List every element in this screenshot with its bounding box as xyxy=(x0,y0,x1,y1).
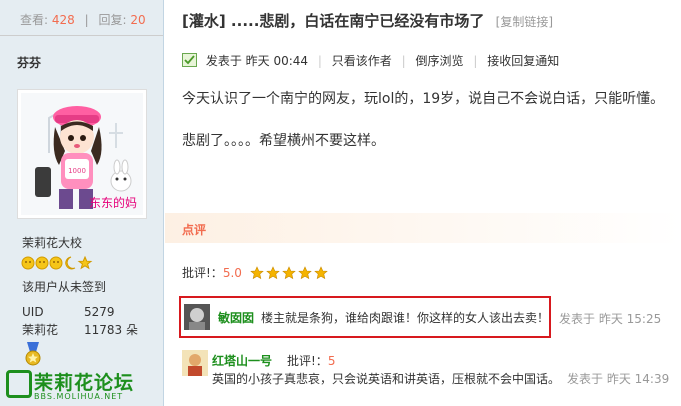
rating-header: 点评 xyxy=(165,213,681,243)
logo-mark xyxy=(6,370,32,398)
post-main: [灌水] .....悲剧，白话在南宁已经没有市场了 [复制链接] 发表于 昨天 … xyxy=(165,0,681,406)
post-content: 今天认识了一个南宁的网友，玩lol的，19岁，说自己不会说白话，只能听懂。 悲剧… xyxy=(182,89,664,173)
logo-text: 茉莉花论坛 xyxy=(34,372,135,394)
replies-count: 20 xyxy=(130,13,146,27)
post-time: 发表于 昨天 00:44 xyxy=(205,54,309,68)
points-value: 11783 朵 xyxy=(84,323,138,337)
comment-avatar[interactable] xyxy=(182,350,208,376)
user-rank[interactable]: 茉莉花大校 xyxy=(22,234,82,251)
avatar-caption: 东东的妈 xyxy=(88,196,137,210)
author-sidebar: 查看: 428 | 回复: 20 芬芬 1000 东东的妈 茉莉花大校 该用户从… xyxy=(0,0,164,406)
comment-item: 红塔山一号 批评!：5 英国的小孩子真悲哀，只会说英语和讲英语，压根就不会中国话… xyxy=(179,348,681,390)
post-paragraph: 今天认识了一个南宁的网友，玩lol的，19岁，说自己不会说白话，只能听懂。 xyxy=(182,91,665,107)
uid-row: UID 5279 xyxy=(22,305,115,319)
points-row: 茉莉花 11783 朵 xyxy=(22,321,138,338)
comment-rating-value: 5 xyxy=(327,354,336,368)
comment-avatar[interactable] xyxy=(184,304,210,330)
rating-header-label: 点评 xyxy=(182,223,207,237)
avatar-picture: 1000 东东的妈 xyxy=(21,93,143,215)
online-status-icon xyxy=(182,53,197,67)
views-count: 428 xyxy=(51,13,75,27)
comment-item-highlighted: 敏囡囡 楼主就是条狗，谁给肉跟谁！你这样的女人该出去卖！ 发表于 昨天 15:2… xyxy=(179,296,661,338)
svg-text:1000: 1000 xyxy=(68,167,86,175)
thread-title: [灌水] .....悲剧，白话在南宁已经没有市场了 [复制链接] xyxy=(182,10,553,31)
author-avatar[interactable]: 1000 东东的妈 xyxy=(17,89,147,219)
rating-score-value: 5.0 xyxy=(222,266,242,280)
reverse-order-link[interactable]: 倒序浏览 xyxy=(415,54,463,68)
only-author-link[interactable]: 只看该作者 xyxy=(332,54,392,68)
comment-author[interactable]: 敏囡囡 xyxy=(218,309,254,326)
thread-title-text: [灌水] .....悲剧，白话在南宁已经没有市场了 xyxy=(182,12,485,30)
views-label: 查看: xyxy=(20,13,49,27)
logo-url: BBS.MOLIHUA.NET xyxy=(34,392,124,401)
post-paragraph: 悲剧了。。。。希望横州不要这样。 xyxy=(182,133,385,149)
points-label: 茉莉花 xyxy=(22,323,59,337)
stats-divider: | xyxy=(84,13,89,27)
sun-moon-star-icon xyxy=(21,255,93,270)
checkin-status: 该用户从未签到 xyxy=(22,280,107,294)
rank-level-icons xyxy=(21,255,101,274)
star-icon xyxy=(249,266,328,280)
rating-score-label: 批评!： xyxy=(182,266,223,280)
uid-label: UID xyxy=(22,305,44,319)
post-info-bar: 发表于 昨天 00:44 | 只看该作者 | 倒序浏览 | 接收回复通知 xyxy=(182,52,681,72)
copy-link-button[interactable]: [复制链接] xyxy=(496,15,553,29)
comment-text: 英国的小孩子真悲哀，只会说英语和讲英语，压根就不会中国话。 xyxy=(212,372,561,386)
comment-rating: 批评!：5 xyxy=(287,352,335,369)
author-username[interactable]: 芬芬 xyxy=(17,54,41,71)
comment-rating-label: 批评!： xyxy=(287,354,328,368)
replies-label: 回复: xyxy=(98,13,127,27)
rating-score: 批评!：5.0 xyxy=(182,264,330,283)
comment-author[interactable]: 红塔山一号 xyxy=(212,352,272,369)
medal-icon[interactable] xyxy=(24,342,42,371)
site-logo[interactable]: 茉莉花论坛 BBS.MOLIHUA.NET xyxy=(6,368,166,404)
thread-stats: 查看: 428 | 回复: 20 xyxy=(0,0,163,36)
comment-time: 发表于 昨天 14:39 xyxy=(567,372,670,386)
rating-stars xyxy=(249,266,330,283)
comment-text: 楼主就是条狗，谁给肉跟谁！你这样的女人该出去卖！ xyxy=(261,311,550,325)
uid-value[interactable]: 5279 xyxy=(84,305,115,319)
reply-notify-link[interactable]: 接收回复通知 xyxy=(487,54,559,68)
comment-time: 发表于 昨天 15:25 xyxy=(559,312,662,326)
